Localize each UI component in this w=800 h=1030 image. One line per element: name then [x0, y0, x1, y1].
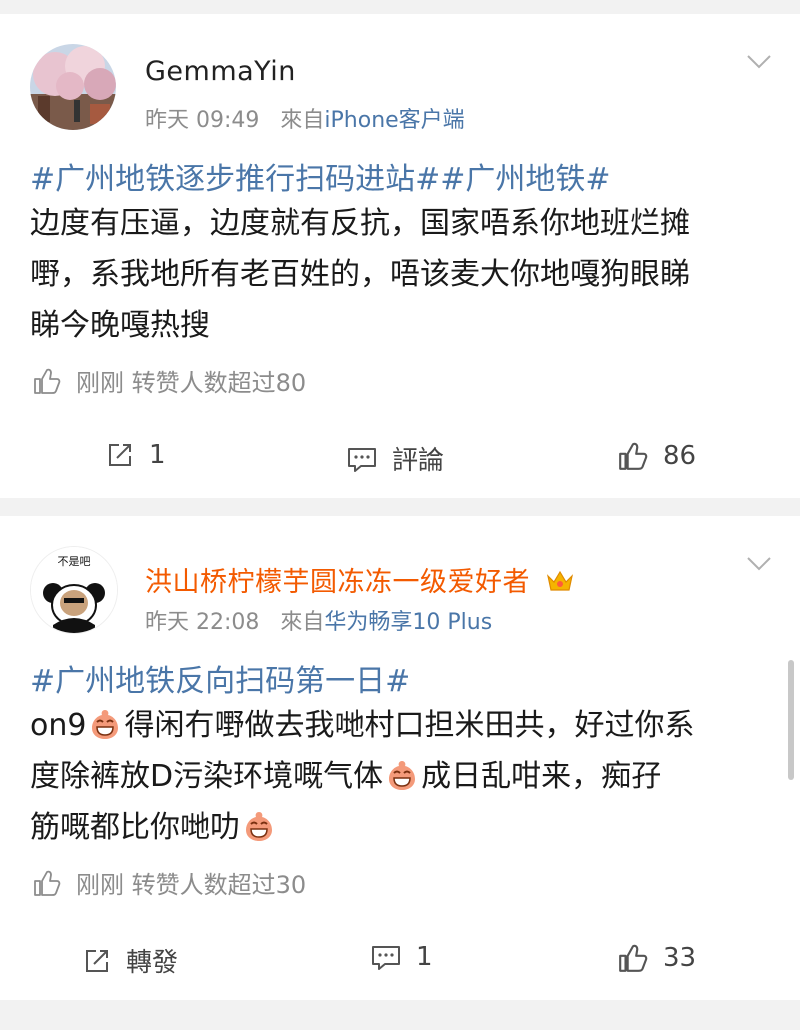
grinning-face-emoji [389, 761, 416, 790]
like-summary: 刚刚 转赞人数超过80 [32, 363, 306, 398]
repost-icon [109, 444, 131, 466]
avatar[interactable]: 不是吧 [30, 546, 118, 634]
thumbs-up-icon [34, 870, 61, 896]
comment-icon [372, 946, 400, 970]
repost-button[interactable]: 轉發 [82, 942, 178, 979]
repost-label: 轉發 [126, 948, 179, 978]
body-line: 度除裤放D污染环境嘅气体 成日乱咁来，痴孖 [30, 751, 770, 802]
body-line: 边度有压逼，边度就有反抗，国家唔系你地班烂摊 [30, 206, 690, 241]
thumbs-up-icon [619, 944, 648, 972]
comment-icon [348, 447, 376, 472]
avatar-caption: 不是吧 [58, 555, 91, 568]
grinning-face-emoji [92, 710, 119, 739]
body-line: 筋嘅都比你哋叻 [30, 802, 770, 853]
repost-count: 1 [149, 440, 166, 470]
crown-badge-icon [547, 570, 574, 591]
body-line: 嘢，系我地所有老百姓的，唔该麦大你地嘎狗眼睇 [30, 257, 690, 292]
action-bar: 轉發 1 33 [0, 942, 800, 982]
post-card[interactable]: 不是吧 洪山桥柠檬芋圆冻冻一级爱好者 昨天 22:08 來自华为畅享10 Plu… [0, 516, 800, 1000]
thumbs-up-icon [34, 368, 61, 394]
post-time: 昨天 22:08 [145, 610, 260, 635]
post-card[interactable]: GemmaYin 昨天 09:49 來自iPhone客户端 #广州地铁逐步推行扫… [0, 14, 800, 498]
like-summary: 刚刚 转赞人数超过30 [32, 865, 306, 900]
post-body: on9 得闲冇嘢做去我哋村口担米田共，好过你系 度除裤放D污染环境嘅气体 成日乱咁来… [30, 700, 770, 853]
action-bar: 1 評論 86 [0, 440, 800, 480]
source-prefix: 來自 [280, 108, 325, 133]
scrollbar[interactable] [788, 660, 794, 780]
username[interactable]: GemmaYin [145, 56, 296, 87]
repost-icon [86, 949, 108, 972]
thumbs-up-icon [619, 442, 648, 470]
body-line: on9 得闲冇嘢做去我哋村口担米田共，好过你系 [30, 700, 770, 751]
body-line: 睇今晚嘎热搜 [30, 308, 210, 343]
comment-count: 1 [416, 942, 433, 972]
comment-button[interactable]: 1 [370, 942, 433, 972]
post-time: 昨天 09:49 [145, 108, 260, 133]
source-prefix: 來自 [280, 610, 325, 635]
like-button[interactable]: 86 [617, 440, 696, 472]
like-button[interactable]: 33 [617, 942, 696, 974]
comment-button[interactable]: 評論 [346, 440, 444, 477]
avatar[interactable] [30, 44, 116, 130]
username[interactable]: 洪山桥柠檬芋圆冻冻一级爱好者 [145, 560, 575, 599]
body-text: 成日乱咁来，痴孖 [421, 759, 662, 794]
like-summary-text: 刚刚 转赞人数超过80 [76, 369, 307, 397]
repost-button[interactable]: 1 [105, 440, 166, 470]
body-text: 筋嘅都比你哋叻 [30, 810, 240, 845]
topic-hashtag[interactable]: #广州地铁逐步推行扫码进站##广州地铁# [30, 154, 611, 198]
post-body: 边度有压逼，边度就有反抗，国家唔系你地班烂摊 嘢，系我地所有老百姓的，唔该麦大你… [30, 198, 770, 351]
body-text: 得闲冇嘢做去我哋村口担米田共，好过你系 [124, 708, 695, 743]
chevron-down-icon[interactable] [746, 54, 772, 70]
username-text: 洪山桥柠檬芋圆冻冻一级爱好者 [145, 567, 530, 598]
body-text: 度除裤放D污染环境嘅气体 [30, 759, 384, 794]
topic-hashtag[interactable]: #广州地铁反向扫码第一日# [30, 656, 410, 700]
grinning-face-emoji [246, 812, 272, 841]
post-meta: 昨天 09:49 來自iPhone客户端 [145, 102, 465, 134]
comment-label: 評論 [392, 446, 445, 476]
chevron-down-icon[interactable] [746, 556, 772, 572]
post-source[interactable]: iPhone客户端 [324, 108, 464, 133]
like-count: 33 [663, 943, 697, 973]
like-count: 86 [663, 441, 697, 471]
post-meta: 昨天 22:08 來自华为畅享10 Plus [145, 604, 492, 636]
body-text: on9 [30, 708, 87, 743]
like-summary-text: 刚刚 转赞人数超过30 [76, 871, 307, 899]
post-source[interactable]: 华为畅享10 Plus [324, 610, 492, 635]
